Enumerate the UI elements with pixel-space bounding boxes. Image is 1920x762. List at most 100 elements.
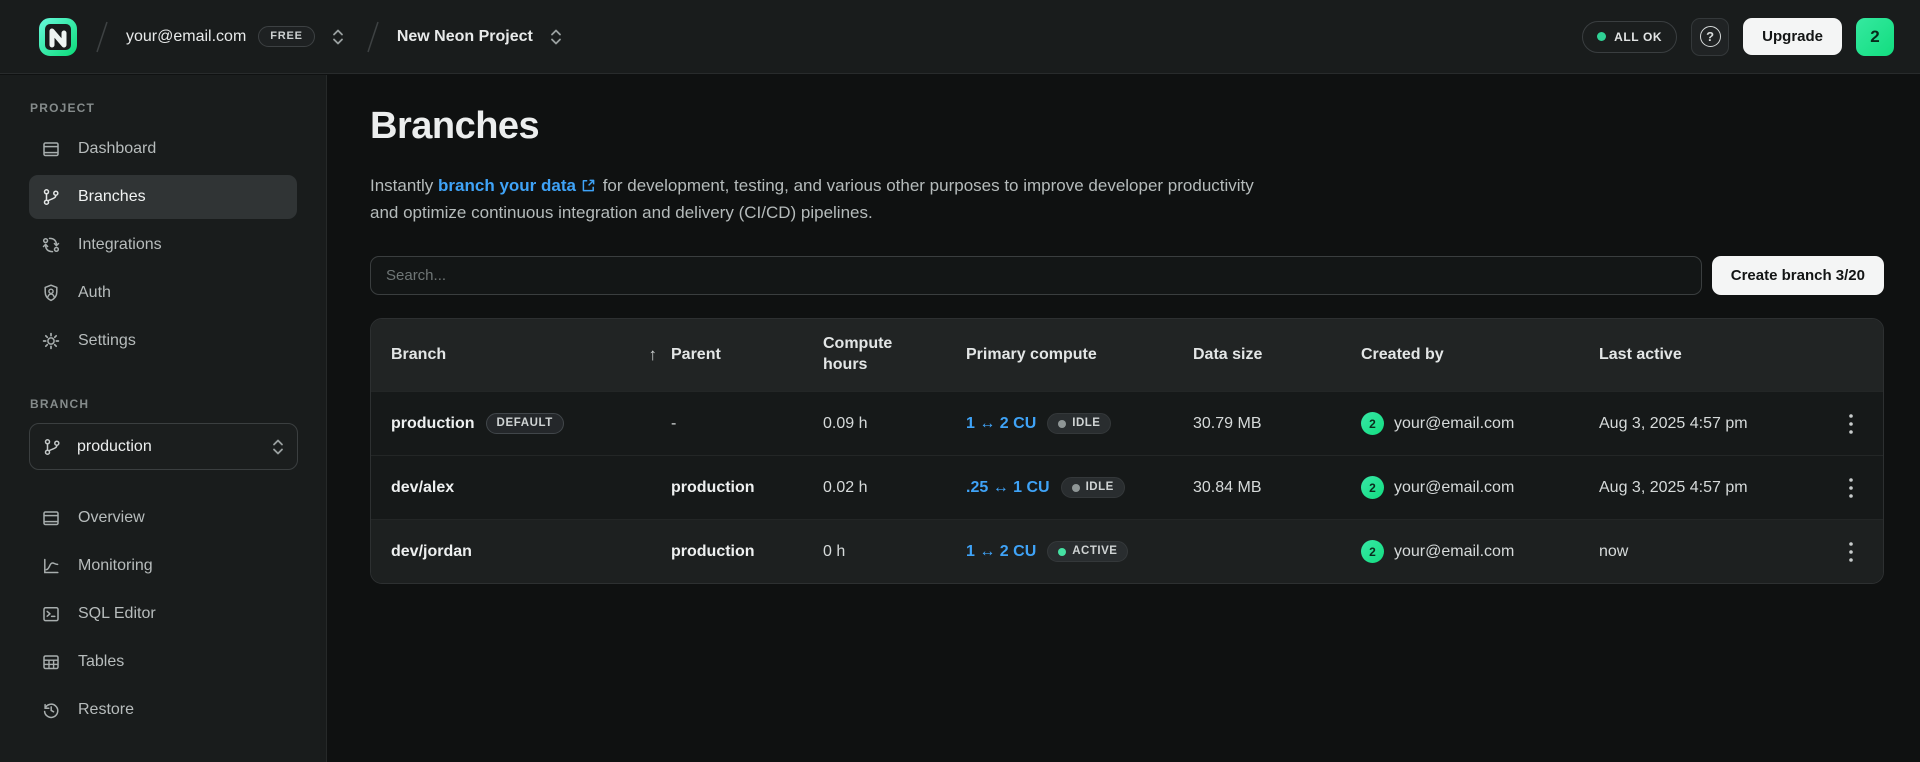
sidebar-item-auth[interactable]: Auth bbox=[29, 271, 297, 315]
sidebar-item-branches[interactable]: Branches bbox=[29, 175, 297, 219]
last-active-cell: Aug 3, 2025 4:57 pm bbox=[1599, 415, 1819, 433]
column-header-compute-hours[interactable]: Compute hours bbox=[823, 334, 933, 376]
table-header-row: Branch ↑ Parent Compute hours Primary co… bbox=[371, 319, 1883, 391]
data-size-cell: 30.79 MB bbox=[1193, 415, 1361, 433]
column-header-branch[interactable]: Branch ↑ bbox=[391, 344, 671, 366]
neon-logo[interactable] bbox=[38, 17, 78, 57]
kebab-menu-icon bbox=[1848, 413, 1854, 435]
compute-state-badge: IDLE bbox=[1061, 477, 1125, 499]
sidebar-item-monitoring[interactable]: Monitoring bbox=[29, 544, 297, 588]
branches-table: Branch ↑ Parent Compute hours Primary co… bbox=[370, 318, 1884, 584]
overview-icon bbox=[41, 508, 61, 528]
primary-compute-value: 1 ↔ 2 CU bbox=[966, 543, 1036, 561]
default-badge: DEFAULT bbox=[486, 413, 564, 435]
parent-cell: production bbox=[671, 479, 823, 497]
active-dot bbox=[1058, 548, 1066, 556]
table-row-production[interactable]: production DEFAULT - 0.09 h 1 ↔ 2 CU IDL… bbox=[371, 391, 1883, 455]
branch-name[interactable]: production bbox=[391, 415, 475, 433]
sidebar-item-integrations[interactable]: Integrations bbox=[29, 223, 297, 267]
search-input[interactable] bbox=[370, 256, 1702, 295]
sidebar-item-label: Tables bbox=[78, 653, 124, 671]
upgrade-button[interactable]: Upgrade bbox=[1743, 18, 1842, 55]
compute-hours-cell: 0.02 h bbox=[823, 479, 966, 497]
restore-history-icon bbox=[41, 700, 61, 720]
integrations-icon bbox=[41, 235, 61, 255]
sql-editor-terminal-icon bbox=[41, 604, 61, 624]
parent-cell: - bbox=[671, 415, 823, 433]
sidebar-item-label: Dashboard bbox=[78, 140, 156, 158]
parent-cell: production bbox=[671, 543, 823, 561]
sidebar-item-overview[interactable]: Overview bbox=[29, 496, 297, 540]
primary-compute-value: .25 ↔ 1 CU bbox=[966, 479, 1050, 497]
sidebar: PROJECT Dashboard Branches Integrations bbox=[0, 75, 327, 762]
last-active-cell: now bbox=[1599, 543, 1819, 561]
branch-selector[interactable]: production bbox=[29, 423, 298, 470]
org-email[interactable]: your@email.com bbox=[126, 28, 246, 46]
created-by-email: your@email.com bbox=[1394, 479, 1514, 497]
created-by-email: your@email.com bbox=[1394, 543, 1514, 561]
chevron-updown-icon bbox=[549, 28, 563, 46]
sidebar-item-sql-editor[interactable]: SQL Editor bbox=[29, 592, 297, 636]
column-header-data-size[interactable]: Data size bbox=[1193, 345, 1361, 366]
compute-state-badge: IDLE bbox=[1047, 413, 1111, 435]
description-rest: for development, testing, and various ot… bbox=[603, 176, 1254, 195]
chevron-updown-icon bbox=[331, 28, 345, 46]
last-active-cell: Aug 3, 2025 4:57 pm bbox=[1599, 479, 1819, 497]
sidebar-item-tables[interactable]: Tables bbox=[29, 640, 297, 684]
sidebar-item-dashboard[interactable]: Dashboard bbox=[29, 127, 297, 171]
avatar: 2 bbox=[1361, 476, 1384, 499]
description-prefix: Instantly bbox=[370, 176, 438, 195]
table-row-dev-alex[interactable]: dev/alex production 0.02 h .25 ↔ 1 CU ID… bbox=[371, 455, 1883, 519]
chevron-updown-icon bbox=[271, 438, 285, 456]
row-menu-button[interactable] bbox=[1842, 535, 1860, 569]
column-header-created-by[interactable]: Created by bbox=[1361, 345, 1599, 366]
avatar: 2 bbox=[1361, 412, 1384, 435]
project-switcher-button[interactable] bbox=[545, 24, 567, 50]
row-menu-button[interactable] bbox=[1842, 471, 1860, 505]
question-mark-icon: ? bbox=[1700, 26, 1721, 47]
main-content: Branches Instantly branch your data for … bbox=[328, 75, 1920, 762]
column-header-primary-compute[interactable]: Primary compute bbox=[966, 345, 1193, 366]
column-header-last-active[interactable]: Last active bbox=[1599, 345, 1819, 366]
monitoring-chart-icon bbox=[41, 556, 61, 576]
create-branch-button[interactable]: Create branch 3/20 bbox=[1712, 256, 1884, 295]
table-row-dev-jordan[interactable]: dev/jordan production 0 h 1 ↔ 2 CU ACTIV… bbox=[371, 519, 1883, 583]
external-link-icon bbox=[581, 178, 596, 193]
help-button[interactable]: ? bbox=[1691, 18, 1729, 56]
avatar: 2 bbox=[1361, 540, 1384, 563]
description-line2: and optimize continuous integration and … bbox=[370, 199, 1254, 226]
sidebar-item-restore[interactable]: Restore bbox=[29, 688, 297, 732]
status-label: ALL OK bbox=[1614, 30, 1662, 44]
sort-ascending-icon[interactable]: ↑ bbox=[649, 344, 658, 366]
branch-icon bbox=[42, 437, 62, 457]
breadcrumb-divider bbox=[365, 19, 381, 55]
column-header-parent[interactable]: Parent bbox=[671, 345, 823, 366]
branch-name[interactable]: dev/alex bbox=[391, 479, 454, 497]
kebab-menu-icon bbox=[1848, 477, 1854, 499]
table-controls: Create branch 3/20 bbox=[370, 256, 1884, 295]
system-status-pill[interactable]: ALL OK bbox=[1582, 21, 1677, 53]
sidebar-item-settings[interactable]: Settings bbox=[29, 319, 297, 363]
sidebar-item-label: Overview bbox=[78, 509, 145, 527]
project-name[interactable]: New Neon Project bbox=[397, 28, 533, 46]
branch-name[interactable]: dev/jordan bbox=[391, 543, 472, 561]
notification-count-badge[interactable]: 2 bbox=[1856, 18, 1894, 56]
top-bar: your@email.com FREE New Neon Project ALL… bbox=[0, 0, 1920, 74]
branch-your-data-link[interactable]: branch your data bbox=[438, 176, 576, 195]
compute-hours-cell: 0.09 h bbox=[823, 415, 966, 433]
sidebar-item-label: Integrations bbox=[78, 236, 162, 254]
status-ok-dot bbox=[1597, 32, 1606, 41]
auth-shield-icon bbox=[41, 283, 61, 303]
sidebar-item-label: Branches bbox=[78, 188, 146, 206]
neon-logo-icon bbox=[38, 17, 78, 57]
org-switcher-button[interactable] bbox=[327, 24, 349, 50]
project-breadcrumb: New Neon Project bbox=[397, 24, 567, 50]
created-by-email: your@email.com bbox=[1394, 415, 1514, 433]
page-description: Instantly branch your data for developme… bbox=[370, 172, 1254, 226]
tables-grid-icon bbox=[41, 652, 61, 672]
sidebar-item-label: Settings bbox=[78, 332, 136, 350]
branches-icon bbox=[41, 187, 61, 207]
idle-dot bbox=[1072, 484, 1080, 492]
row-menu-button[interactable] bbox=[1842, 407, 1860, 441]
project-section-label: PROJECT bbox=[30, 101, 297, 115]
